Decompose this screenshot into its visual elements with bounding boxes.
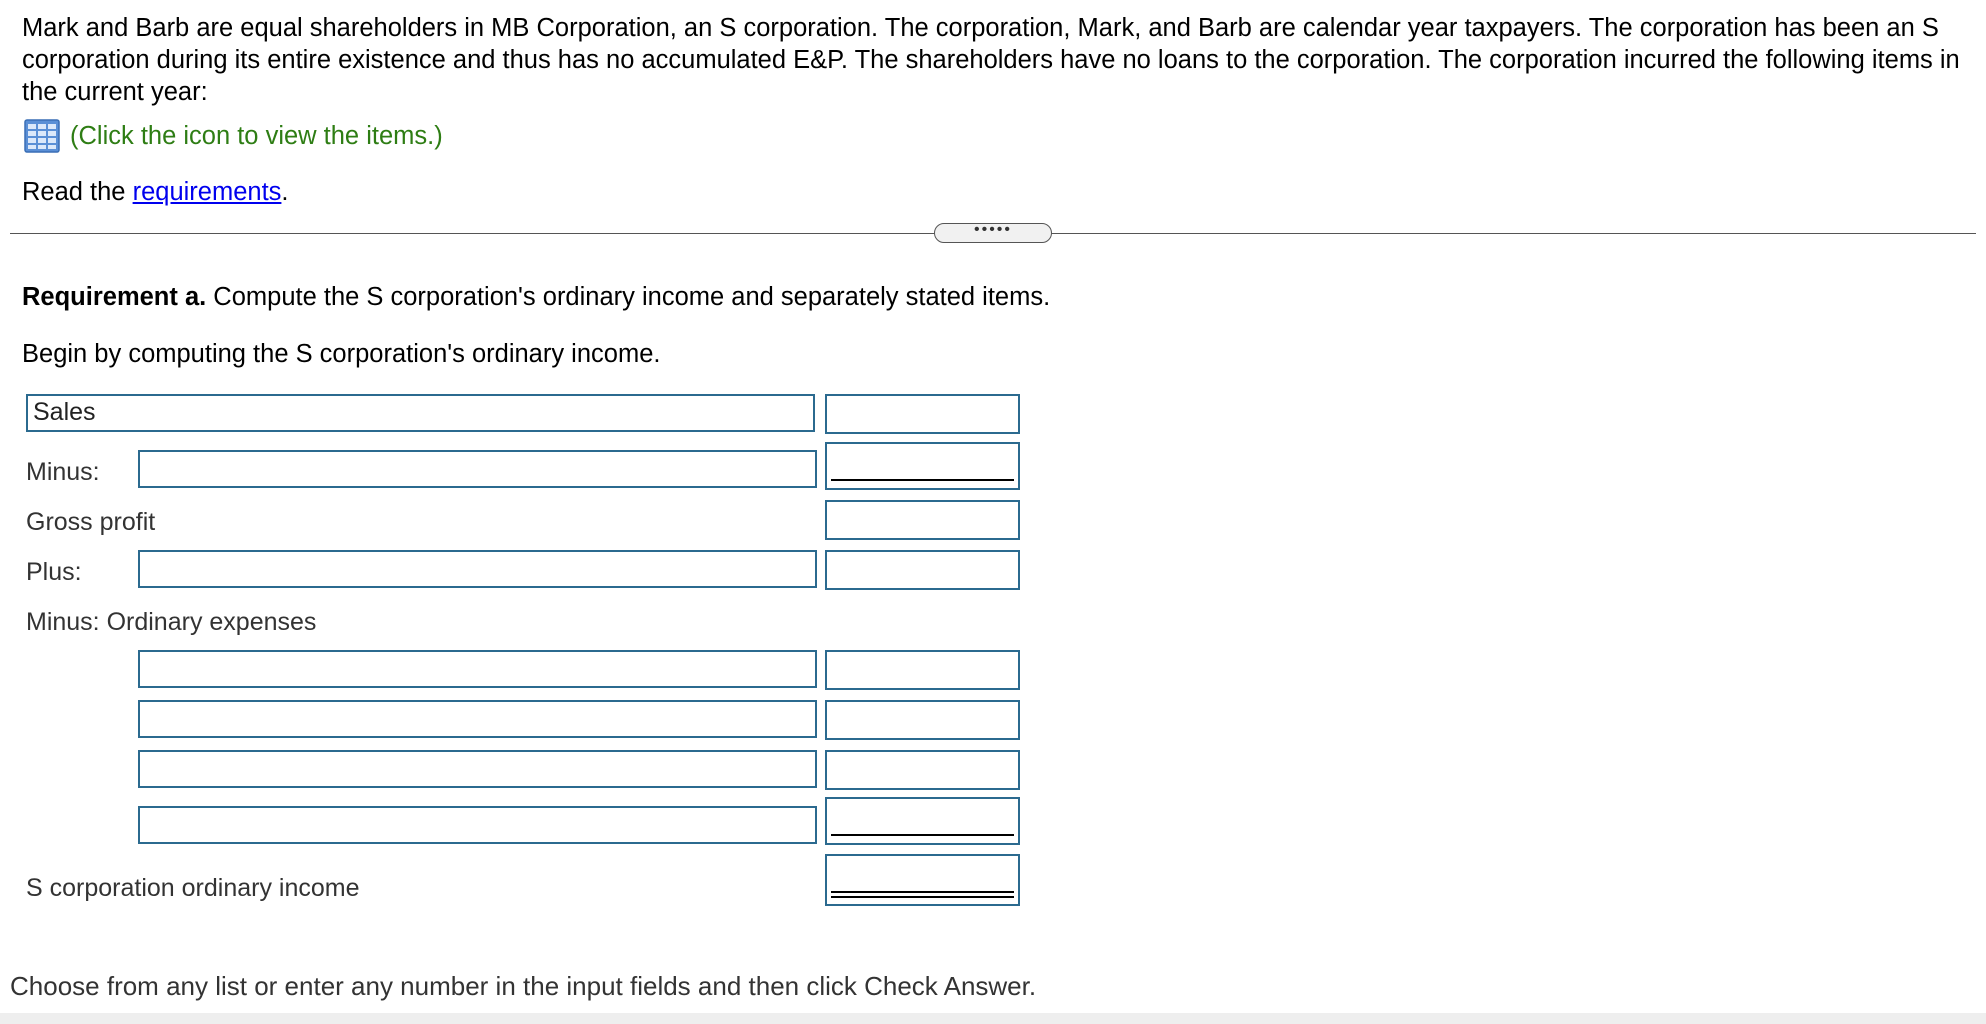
footer-instruction: Choose from any list or enter any number… xyxy=(10,971,1037,1001)
minus-label: Minus: xyxy=(26,458,100,486)
requirement-a-text: Compute the S corporation's ordinary inc… xyxy=(206,283,1051,311)
minus-item-select[interactable] xyxy=(138,450,817,488)
ordinary-income-label: S corporation ordinary income xyxy=(26,874,360,902)
ordinary-income-input[interactable] xyxy=(825,854,1020,906)
expense-item-select-3[interactable] xyxy=(138,750,817,788)
problem-text: Mark and Barb are equal shareholders in … xyxy=(22,14,1960,106)
requirement-a-title: Requirement a. xyxy=(22,283,207,311)
expense-amount-input-3[interactable] xyxy=(825,750,1020,790)
requirement-a: Requirement a. Compute the S corporation… xyxy=(22,281,1050,313)
ordinary-expenses-label: Minus: Ordinary expenses xyxy=(26,608,317,636)
minus-amount-input[interactable] xyxy=(825,442,1020,490)
expense-item-select-1[interactable] xyxy=(138,650,817,688)
expense-amount-input-2[interactable] xyxy=(825,700,1020,740)
view-items-row[interactable]: (Click the icon to view the items.) xyxy=(24,118,443,154)
sales-select[interactable]: Sales xyxy=(26,394,815,432)
gross-profit-label: Gross profit xyxy=(26,508,156,536)
plus-label: Plus: xyxy=(26,558,82,586)
divider-drag-handle[interactable]: ••••• xyxy=(934,222,1052,243)
table-grid-icon[interactable] xyxy=(24,119,60,153)
plus-amount-input[interactable] xyxy=(825,550,1020,590)
expense-amount-input-1[interactable] xyxy=(825,650,1020,690)
footer-bar xyxy=(0,1013,1986,1024)
expense-item-select-2[interactable] xyxy=(138,700,817,738)
expense-item-select-4[interactable] xyxy=(138,806,817,844)
requirements-link[interactable]: requirements xyxy=(133,178,282,206)
read-requirements-line: Read the requirements. xyxy=(22,176,289,208)
read-suffix: . xyxy=(281,178,289,206)
gross-profit-input[interactable] xyxy=(825,500,1020,540)
expense-amount-input-4[interactable] xyxy=(825,797,1020,845)
plus-item-select[interactable] xyxy=(138,550,817,588)
read-prefix: Read the xyxy=(22,178,133,206)
sales-amount-input[interactable] xyxy=(825,394,1020,434)
instruction-text: Begin by computing the S corporation's o… xyxy=(22,340,661,368)
view-items-link[interactable]: (Click the icon to view the items.) xyxy=(70,122,443,151)
